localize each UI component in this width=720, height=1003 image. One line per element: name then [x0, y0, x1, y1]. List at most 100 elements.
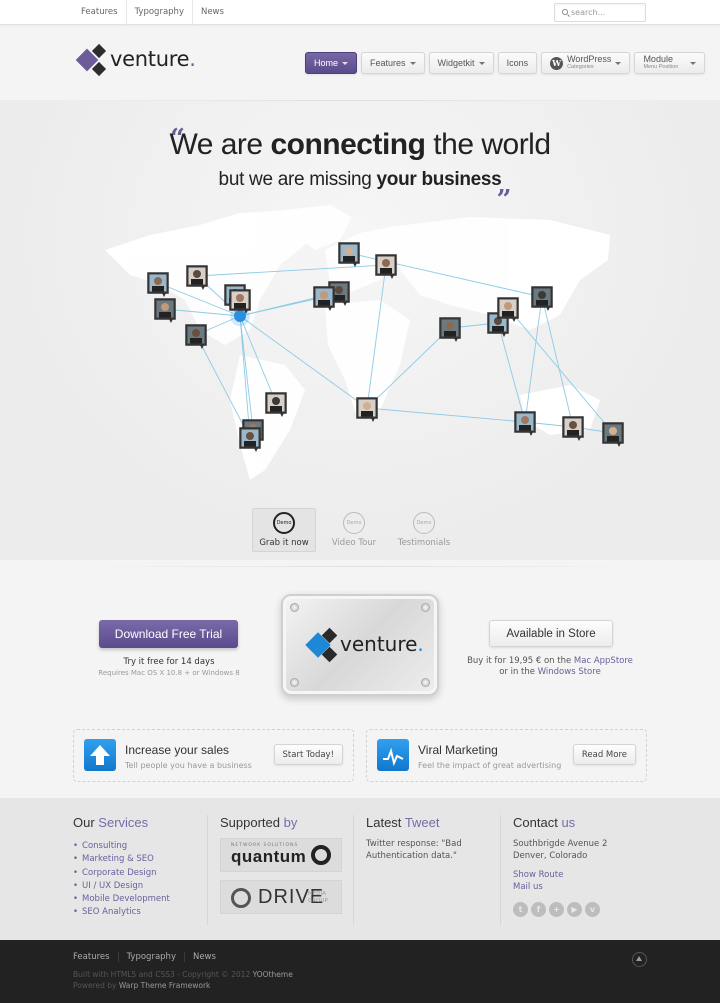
plate-logo-text: venture.	[340, 632, 424, 656]
hub-dot	[234, 310, 246, 322]
search-placeholder: search...	[571, 8, 606, 17]
avatar[interactable]	[265, 392, 287, 417]
supported-heading: Supported by	[220, 815, 298, 830]
download-trial-button[interactable]: Download Free Trial	[99, 620, 238, 648]
contact-address: Southbrigde Avenue 2 Denver, Colorado	[513, 839, 608, 861]
avatar[interactable]	[313, 286, 335, 311]
footer-copyright: Built with HTML5 and CSS3 - Copyright © …	[73, 970, 293, 990]
quote-close-icon: „	[497, 170, 512, 200]
service-link[interactable]: UI / UX Design	[73, 880, 170, 893]
footer-link-news[interactable]: News	[183, 952, 224, 962]
tab-video-tour[interactable]: Demo Video Tour	[322, 508, 386, 552]
mail-us-link[interactable]: Mail us	[513, 882, 607, 894]
sponsor-quantum[interactable]: NETWORK SOLUTIONS quantum	[220, 838, 342, 872]
column-divider	[353, 815, 354, 925]
sponsor-drive-sub: MEDIA GROUP	[308, 891, 328, 904]
main-nav: Home Features Widgetkit Icons W WordPress…	[305, 52, 706, 74]
avatar[interactable]	[514, 411, 536, 436]
avatar[interactable]	[375, 254, 397, 279]
scroll-to-top-icon[interactable]	[632, 952, 647, 967]
sponsor-drive[interactable]: DRIVE MEDIA GROUP	[220, 880, 342, 914]
avatar[interactable]	[439, 317, 461, 342]
service-link[interactable]: SEO Analytics	[73, 906, 170, 919]
continent-south-america	[230, 355, 305, 480]
avatar[interactable]	[356, 397, 378, 422]
nav-icons[interactable]: Icons	[497, 52, 538, 74]
yootheme-link[interactable]: YOOtheme	[253, 970, 293, 979]
search-input[interactable]: search...	[554, 3, 646, 22]
logo-text: venture.	[110, 47, 196, 71]
chevron-down-icon	[478, 61, 485, 65]
avatar[interactable]	[338, 242, 360, 267]
chevron-down-icon	[615, 61, 622, 65]
tab-label: Video Tour	[331, 538, 377, 548]
connection-line	[366, 407, 526, 423]
contact-column: Contact us Southbrigde Avenue 2 Denver, C…	[513, 815, 607, 917]
warp-link[interactable]: Warp Theme Framework	[119, 981, 211, 990]
world-map	[105, 205, 624, 480]
promo-box-sales: Increase your sales Tell people you have…	[73, 729, 354, 782]
column-divider	[207, 815, 208, 925]
avatar[interactable]	[185, 324, 207, 349]
divider	[70, 566, 650, 567]
nav-wordpress[interactable]: W WordPress Categories	[541, 52, 631, 74]
footer-link-typography[interactable]: Typography	[117, 952, 184, 962]
footer-menu: Features Typography News	[73, 952, 224, 962]
nav-widgetkit[interactable]: Widgetkit	[428, 52, 494, 74]
demo-badge-icon: Demo	[413, 512, 435, 534]
tab-grab-it-now[interactable]: Demo Grab it now	[252, 508, 316, 552]
toolbar-link-news[interactable]: News	[191, 0, 232, 25]
toolbar-link-typography[interactable]: Typography	[125, 0, 192, 25]
avatar[interactable]	[239, 427, 261, 452]
avatar[interactable]	[602, 422, 624, 447]
read-more-button[interactable]: Read More	[572, 744, 636, 765]
nav-wordpress-sub: Categories	[567, 64, 594, 70]
services-heading: Our Services	[73, 815, 149, 830]
facebook-icon[interactable]: f	[531, 902, 546, 917]
contact-links: Show Route Mail us	[513, 870, 607, 893]
tab-label: Testimonials	[397, 538, 451, 548]
nav-home[interactable]: Home	[305, 52, 358, 74]
demo-badge-icon: Demo	[273, 512, 295, 534]
pulse-icon	[377, 739, 409, 771]
twitter-icon[interactable]: t	[513, 902, 528, 917]
tweet-heading: Latest Tweet	[366, 815, 440, 830]
youtube-icon[interactable]: ▶	[567, 902, 582, 917]
avatar[interactable]	[531, 286, 553, 311]
tab-testimonials[interactable]: Demo Testimonials	[392, 508, 456, 552]
tweet-column: Latest Tweet Twitter response: "Bad Auth…	[366, 815, 476, 862]
service-link[interactable]: Marketing & SEO	[73, 853, 170, 866]
toolbar-link-features[interactable]: Features	[73, 0, 126, 25]
mac-appstore-link[interactable]: Mac AppStore	[574, 656, 633, 666]
nav-wordpress-label: WordPress	[567, 54, 612, 64]
service-link[interactable]: Mobile Development	[73, 893, 170, 906]
available-in-store-button[interactable]: Available in Store	[489, 620, 613, 647]
google-plus-icon[interactable]: +	[549, 902, 564, 917]
service-link[interactable]: Corporate Design	[73, 867, 170, 880]
promo-box-viral: Viral Marketing Feel the impact of great…	[366, 729, 647, 782]
footer-link-features[interactable]: Features	[73, 952, 118, 962]
windows-store-link[interactable]: Windows Store	[538, 667, 601, 677]
divider	[70, 100, 650, 101]
store-text: Buy it for 19,95 € on the Mac AppStore o…	[467, 656, 633, 677]
service-link[interactable]: Consulting	[73, 840, 170, 853]
avatar[interactable]	[562, 416, 584, 441]
arrow-up-icon	[84, 739, 116, 771]
avatar[interactable]	[229, 289, 251, 314]
nav-module-label: Module	[643, 54, 673, 64]
product-plate: venture.	[281, 594, 439, 696]
avatar[interactable]	[497, 297, 519, 322]
avatar[interactable]	[154, 298, 176, 323]
nav-home-label: Home	[314, 58, 339, 68]
services-column: Our Services Consulting Marketing & SEO …	[73, 815, 170, 920]
contact-heading: Contact us	[513, 815, 576, 830]
start-today-button[interactable]: Start Today!	[273, 744, 343, 765]
column-divider	[500, 815, 501, 925]
nav-features[interactable]: Features	[361, 52, 425, 74]
logo[interactable]: venture.	[75, 43, 196, 78]
avatar[interactable]	[147, 272, 169, 297]
vimeo-icon[interactable]: v	[585, 902, 600, 917]
show-route-link[interactable]: Show Route	[513, 870, 607, 882]
nav-module[interactable]: Module Menu Position	[634, 52, 706, 74]
avatar[interactable]	[186, 265, 208, 290]
